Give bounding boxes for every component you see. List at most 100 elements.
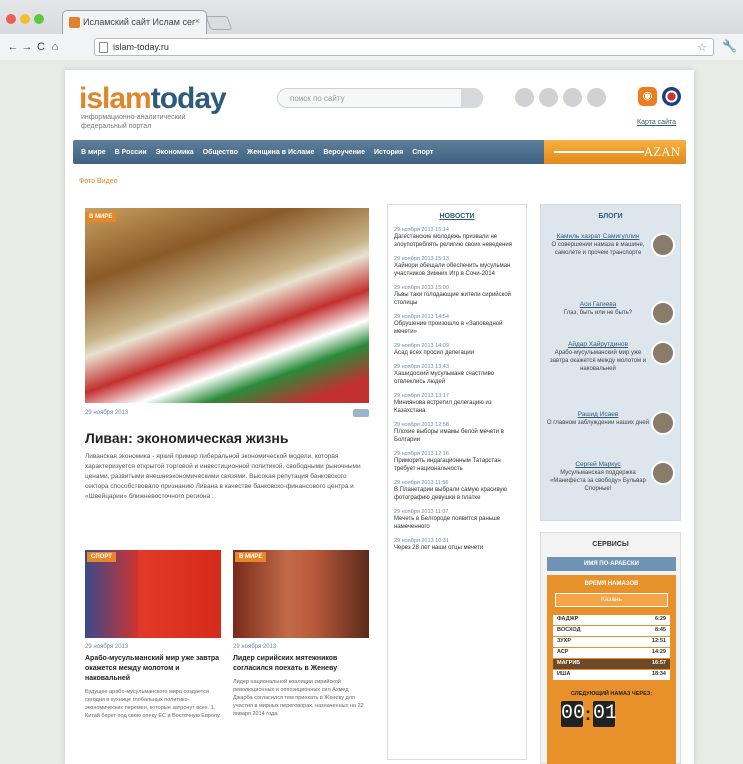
arabic-name-button[interactable]: ИМЯ ПО-АРАБСКИ (547, 557, 676, 571)
back-icon[interactable]: ← (6, 41, 20, 53)
article-image[interactable] (85, 550, 221, 638)
blog-text[interactable]: Глаз, быть или не быть? (545, 309, 651, 317)
odnoklassniki-icon[interactable] (587, 88, 606, 107)
avatar[interactable] (651, 341, 675, 365)
article-image[interactable] (233, 550, 369, 638)
news-headline[interactable]: Мечеть в Белгороде появится раньше намеч… (394, 515, 520, 531)
countdown-hours: 00 (561, 701, 586, 727)
facebook-icon[interactable] (539, 88, 558, 107)
news-headline[interactable]: Дагестанские молодежь призвали не злоупо… (394, 233, 520, 249)
news-item[interactable]: 29 ноября 2013 15:13 Хайнори обещали обес… (388, 256, 526, 278)
news-item[interactable]: 29 ноября 2013 12:58 Плохие выборы имамы … (388, 422, 526, 444)
blog-entry[interactable]: Рашид Исаев О главном заблуждении наших д… (545, 411, 651, 427)
close-window-button[interactable] (6, 14, 16, 24)
window-controls (6, 14, 44, 24)
news-headline[interactable]: В Планетарии выбрали самую красивую фото… (394, 486, 520, 502)
avatar[interactable] (651, 233, 675, 257)
blog-author[interactable]: Рашид Исаев (545, 411, 651, 419)
news-headline[interactable]: Плохие выборы имамы белой мечети в Болга… (394, 428, 520, 444)
hero-image[interactable] (85, 208, 369, 403)
browser-tab[interactable]: Исламский сайт Ислам сег × (62, 10, 207, 34)
news-headline[interactable]: Львы таки голодающие жители сирийской ст… (394, 291, 520, 307)
search-button[interactable] (461, 88, 483, 108)
news-headline[interactable]: Асад всех просил делегации (394, 349, 520, 357)
news-item[interactable]: 29 ноября 2013 15:14 Дагестанские молодеж… (388, 227, 526, 249)
avatar[interactable] (651, 461, 675, 485)
menu-item-creed[interactable]: Вероучение (323, 149, 365, 156)
hero-title[interactable]: Ливан: экономическая жизнь (85, 430, 288, 446)
article-card[interactable]: В МИРЕ 29 ноября 2013 Лидер сирийских мя… (233, 550, 369, 718)
article-text: Будущее арабо-мусульманского мира создае… (85, 689, 221, 719)
blog-text[interactable]: Мусульманская поддержка «Манифеста за св… (545, 469, 651, 493)
english-flag-icon[interactable] (662, 87, 681, 106)
avatar[interactable] (651, 411, 675, 435)
news-headline[interactable]: Через 28 лет наши отцы мечети (394, 544, 520, 552)
menu-item-sport[interactable]: Спорт (412, 149, 433, 156)
news-headline[interactable]: Миниянова встретил делегацию из Казахста… (394, 399, 520, 415)
avatar[interactable] (651, 301, 675, 325)
blog-author[interactable]: Камиль хазрат Самигуллин (545, 233, 651, 241)
site-tagline: информационно-аналитический федеральный … (81, 114, 186, 130)
news-item[interactable]: 29 ноября 2013 13:43 Хашидоский мусульман… (388, 364, 526, 386)
browser-toolbar: ← → C ⌂ islam-today.ru ☆ 🔧 (0, 34, 743, 60)
blog-text[interactable]: О совершении намаза в машине, самолете и… (545, 241, 651, 257)
azan-progress-bar[interactable] (554, 151, 644, 153)
web-page: islamtoday информационно-аналитический ф… (65, 70, 694, 764)
minimize-window-button[interactable] (20, 14, 30, 24)
news-headline[interactable]: Приморить индагационным Татарстан требуе… (394, 457, 520, 473)
article-tag[interactable]: СПОРТ (87, 552, 116, 562)
media-links[interactable]: Фото Видео (79, 178, 117, 185)
article-tag[interactable]: В МИРЕ (235, 552, 267, 562)
menu-item-economy[interactable]: Экономика (156, 149, 194, 156)
blog-author[interactable]: Айдар Хайрутдинов (545, 341, 651, 349)
rss-icon[interactable]: ◉ (638, 87, 657, 106)
menu-item-history[interactable]: История (374, 149, 403, 156)
news-item[interactable]: 29 ноября 2013 12:16 Приморить индагацион… (388, 451, 526, 473)
news-headline[interactable]: Хайнори обещали обеспечить мусульман уча… (394, 262, 520, 278)
news-item[interactable]: 29 ноября 2013 14:09 Асад всех просил дел… (388, 343, 526, 357)
blog-entry[interactable]: Аси Гагиева Глаз, быть или не быть? (545, 301, 651, 317)
twitter-icon[interactable] (515, 88, 534, 107)
wrench-menu-icon[interactable]: 🔧 (722, 39, 737, 53)
bookmark-star-icon[interactable]: ☆ (697, 41, 707, 54)
menu-item-world[interactable]: В мире (81, 149, 106, 156)
news-item[interactable]: 29 ноября 2013 10:31 Через 28 лет наши от… (388, 538, 526, 552)
article-title[interactable]: Лидер сирийских мятежников согласился по… (233, 654, 369, 674)
news-title[interactable]: НОВОСТИ (388, 213, 526, 220)
reload-icon[interactable]: C (34, 41, 48, 53)
news-item[interactable]: 29 ноября 2013 11:07 Мечеть в Белгороде п… (388, 509, 526, 531)
comments-icon[interactable] (353, 409, 369, 417)
news-item[interactable]: 29 ноября 2013 11:56 В Планетарии выбрали… (388, 480, 526, 502)
blogs-title[interactable]: БЛОГИ (541, 213, 680, 220)
blog-text[interactable]: О главном заблуждении наших дней (545, 419, 651, 427)
address-bar[interactable]: islam-today.ru ☆ (94, 38, 714, 56)
news-item[interactable]: 29 ноября 2013 15:00 Львы таки голодающие… (388, 285, 526, 307)
site-logo[interactable]: islamtoday (79, 82, 227, 116)
zoom-window-button[interactable] (34, 14, 44, 24)
vk-icon[interactable] (563, 88, 582, 107)
news-headline[interactable]: Обрушение произошло в «Заповедной мечети… (394, 320, 520, 336)
blog-author[interactable]: Аси Гагиева (545, 301, 651, 309)
blog-text[interactable]: Арабо-мусульманский мир уже завтра окаже… (545, 349, 651, 373)
hero-tag[interactable]: В МИРЕ (85, 212, 117, 222)
menu-item-women[interactable]: Женщина в Исламе (247, 149, 314, 156)
menu-item-society[interactable]: Общество (203, 149, 238, 156)
menu-item-russia[interactable]: В России (115, 149, 147, 156)
news-item[interactable]: 29 ноября 2013 14:54 Обрушение произошло … (388, 314, 526, 336)
blog-author[interactable]: Сергей Маркус (545, 461, 651, 469)
tab-close-icon[interactable]: × (195, 16, 200, 26)
blog-entry[interactable]: Айдар Хайрутдинов Арабо-мусульманский мир… (545, 341, 651, 373)
city-select[interactable]: Казань (555, 593, 668, 607)
search-input[interactable]: поиск по сайту (277, 88, 483, 108)
home-icon[interactable]: ⌂ (48, 41, 62, 53)
azan-player[interactable]: AZAN (544, 140, 686, 164)
article-title[interactable]: Арабо-мусульманский мир уже завтра окаже… (85, 654, 221, 684)
news-item[interactable]: 29 ноября 2013 13:17 Миниянова встретил д… (388, 393, 526, 415)
article-card[interactable]: СПОРТ 29 ноября 2013 Арабо-мусульманский… (85, 550, 221, 720)
blog-entry[interactable]: Камиль хазрат Самигуллин О совершении нам… (545, 233, 651, 257)
new-tab-button[interactable] (205, 16, 233, 30)
sitemap-link[interactable]: Карта сайта (637, 119, 676, 126)
blog-entry[interactable]: Сергей Маркус Мусульманская поддержка «Ма… (545, 461, 651, 493)
news-headline[interactable]: Хашидоский мусульмане счастливо отвлекли… (394, 370, 520, 386)
forward-icon[interactable]: → (20, 41, 34, 53)
